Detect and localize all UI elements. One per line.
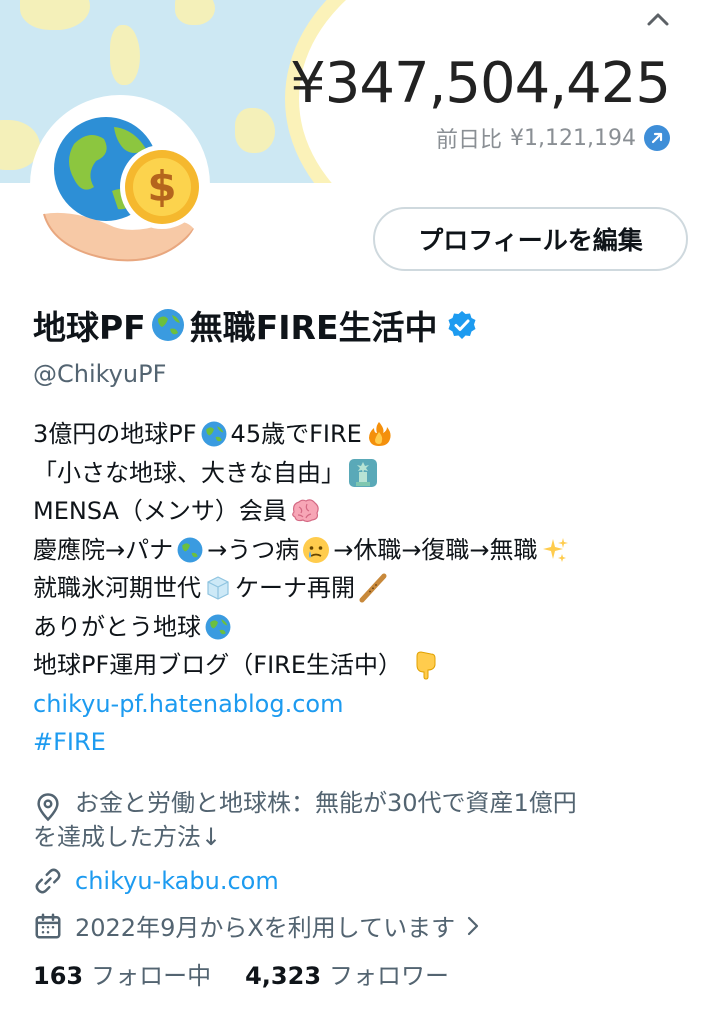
profile-meta: お金と労働と地球株：無能が30代で資産1億円 を達成した方法↓ chikyu-k…	[33, 788, 693, 943]
hashtag-link[interactable]: #FIRE	[33, 723, 106, 762]
balance-amount: ¥347,504,425	[290, 51, 671, 116]
statue-of-liberty-emoji-icon	[349, 458, 377, 487]
website-link[interactable]: chikyu-kabu.com	[75, 867, 279, 895]
avatar[interactable]: $	[30, 95, 210, 275]
diff-label: 前日比	[436, 128, 503, 153]
pointing-down-emoji-icon	[416, 651, 436, 680]
flute-emoji-icon	[359, 573, 387, 603]
location-pin-icon	[37, 793, 59, 822]
banner-shape	[235, 108, 275, 153]
chevron-up-icon[interactable]	[646, 10, 670, 28]
followers-link[interactable]: 4,323 フォロワー	[245, 956, 449, 991]
following-count: 163	[33, 962, 84, 990]
bio-text: →休職→復職→無職	[333, 535, 538, 564]
bio-line: 3億円の地球PF 45歳でFIRE	[33, 415, 693, 454]
profile-bio: 3億円の地球PF 45歳でFIRE 「小さな地球、大きな自由」 MENSA（メン…	[33, 415, 693, 762]
arrow-up-right-icon	[644, 125, 670, 151]
location-text: お金と労働と地球株：無能が30代で資産1億円	[75, 789, 577, 817]
link-icon	[35, 868, 61, 894]
bio-link[interactable]: chikyu-pf.hatenablog.com	[33, 685, 343, 724]
bio-text: 就職氷河期世代	[33, 574, 201, 602]
ice-cube-emoji-icon	[207, 576, 229, 600]
bio-text: 45歳でFIRE	[230, 420, 362, 448]
bio-line: chikyu-pf.hatenablog.com	[33, 685, 693, 724]
bio-line: 慶應院→パナ →うつ病 →休職→復職→無職	[33, 531, 693, 570]
globe-emoji-icon	[151, 309, 184, 341]
location-row: お金と労働と地球株：無能が30代で資産1億円	[33, 788, 693, 822]
sparkles-emoji-icon	[542, 537, 568, 562]
bio-line: 地球PF運用ブログ（FIRE生活中）	[33, 646, 693, 685]
followers-count: 4,323	[245, 962, 322, 990]
globe-coin-illustration: $	[34, 99, 206, 271]
following-link[interactable]: 163 フォロー中	[33, 956, 211, 991]
globe-emoji-icon	[177, 537, 203, 563]
user-handle: @ChikyuPF	[33, 360, 167, 388]
banner-shape	[20, 0, 90, 30]
bio-text: 地球PF運用ブログ（FIRE生活中）	[33, 651, 402, 679]
bio-text: ありがとう地球	[33, 612, 201, 641]
bio-text: 3億円の地球PF	[33, 420, 197, 448]
followers-label: フォロワー	[329, 962, 450, 990]
joined-text: 2022年9月からXを利用しています	[75, 914, 456, 942]
crying-face-emoji-icon	[303, 536, 330, 563]
following-label: フォロー中	[91, 962, 212, 990]
bio-text: 「小さな地球、大きな自由」	[33, 458, 345, 487]
calendar-icon	[35, 913, 61, 938]
svg-text:$: $	[147, 162, 176, 211]
globe-emoji-icon	[201, 421, 226, 447]
website-row: chikyu-kabu.com	[33, 866, 693, 896]
globe-emoji-icon	[205, 614, 231, 640]
chevron-right-icon	[467, 916, 479, 935]
bio-line: ありがとう地球	[33, 608, 693, 647]
banner-shape	[175, 0, 215, 25]
bio-line: 「小さな地球、大きな自由」	[33, 454, 693, 493]
joined-row[interactable]: 2022年9月からXを利用しています	[33, 908, 693, 943]
location-row-continued: を達成した方法↓	[33, 823, 222, 851]
diff-value: ¥1,121,194	[510, 125, 636, 151]
fire-emoji-icon	[368, 422, 391, 447]
bio-text: MENSA（メンサ）会員	[33, 497, 287, 525]
banner-shape	[110, 25, 140, 85]
bio-line: 就職氷河期世代 ケーナ再開	[33, 569, 693, 608]
brain-emoji-icon	[292, 499, 319, 523]
display-name: 地球PF 無職FIRE生活中	[33, 303, 478, 347]
verified-badge-icon[interactable]	[446, 309, 478, 341]
asset-balance: ¥347,504,425 前日比 ¥1,121,194	[290, 51, 671, 154]
edit-profile-button[interactable]: プロフィールを編集	[373, 207, 688, 271]
display-name-part2: 無職FIRE生活中	[189, 308, 438, 347]
bio-line: #FIRE	[33, 723, 693, 762]
bio-line: MENSA（メンサ）会員	[33, 492, 693, 531]
bio-text: →うつ病	[207, 535, 300, 564]
bio-text: 慶應院→パナ	[33, 535, 174, 564]
bio-text: ケーナ再開	[235, 574, 355, 602]
balance-diff: 前日比 ¥1,121,194	[290, 122, 670, 154]
follow-counts: 163 フォロー中 4,323 フォロワー	[33, 956, 449, 991]
display-name-part1: 地球PF	[33, 308, 146, 347]
